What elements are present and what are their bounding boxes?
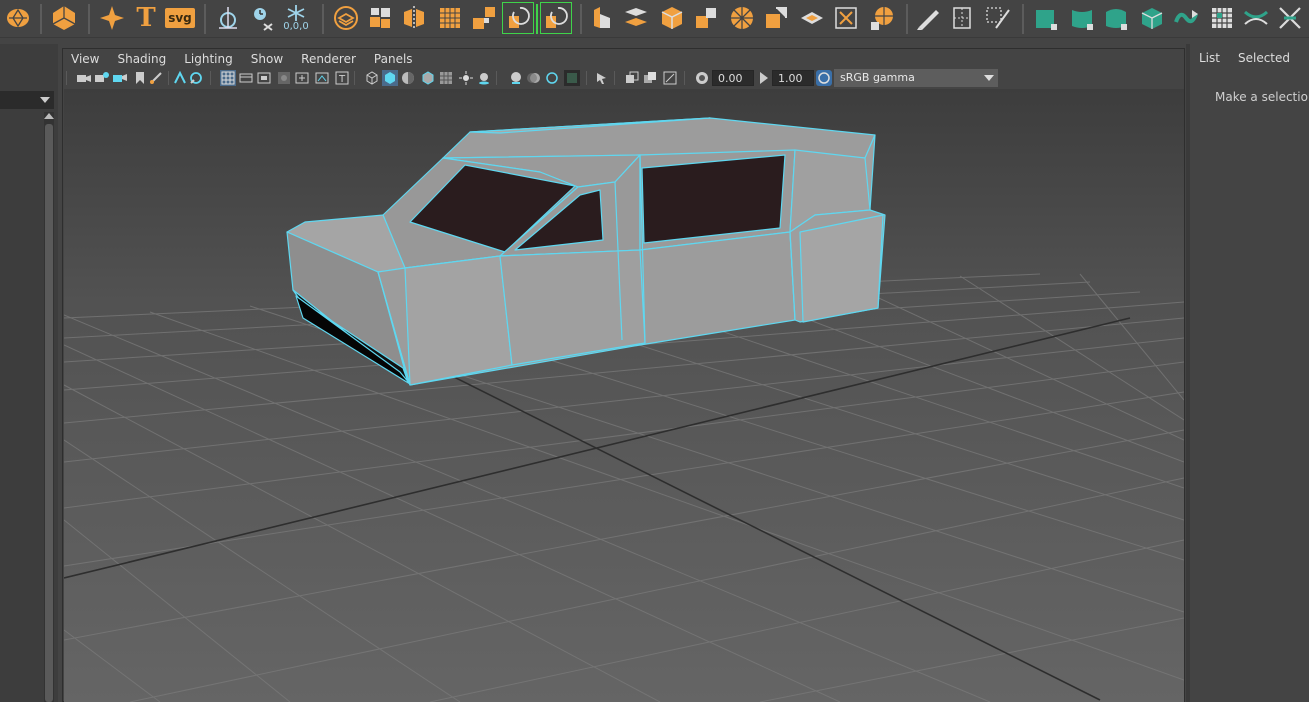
smooth-icon[interactable] [434,2,466,34]
active-separator [536,4,538,34]
append-polygon-icon[interactable] [690,2,722,34]
xray-active-components-icon[interactable] [662,70,678,86]
platonic-solid-icon[interactable] [48,2,80,34]
screen-space-ao-icon[interactable] [508,70,524,86]
gate-mask-icon[interactable] [276,70,292,86]
multisample-aa-icon[interactable] [544,70,560,86]
exposure-field[interactable]: 0.00 [712,70,754,86]
poly-sphere-icon[interactable] [2,2,34,34]
insert-edge-loop-icon[interactable] [760,2,792,34]
camera-attributes-icon[interactable] [112,70,128,86]
reduce-icon[interactable] [468,2,500,34]
chevron-down-icon [40,97,50,103]
combine-icon[interactable] [330,2,362,34]
separate-icon[interactable] [364,2,396,34]
isolate-select-icon[interactable] [594,70,610,86]
tab-focus[interactable]: Foc [1299,50,1309,67]
retopologize-icon[interactable] [540,2,572,34]
mirror-icon[interactable] [398,2,430,34]
camera-select-icon[interactable] [76,70,92,86]
textured-icon[interactable] [438,70,454,86]
exposure-icon[interactable] [694,70,710,86]
pan-zoom-lock-icon[interactable] [188,70,204,86]
uv-editor-icon[interactable] [1206,2,1238,34]
menu-view[interactable]: View [62,50,108,68]
uv-spherical-icon[interactable] [1100,2,1132,34]
svg-text:T: T [338,74,346,85]
grease-pencil-icon[interactable] [156,70,172,86]
tab-selected[interactable]: Selected [1229,50,1299,67]
use-all-lights-icon[interactable] [458,70,474,86]
scroll-up-icon[interactable] [44,112,54,120]
color-space-select[interactable]: sRGB gamma [834,69,998,87]
selection-hint: Make a selection t [1215,90,1309,104]
left-scrollbar-thumb[interactable] [45,124,53,702]
bridge-icon[interactable] [620,2,652,34]
xray-joints-icon[interactable] [642,70,658,86]
tab-list[interactable]: List [1190,50,1229,67]
target-weld-icon[interactable] [830,2,862,34]
left-dropdown[interactable] [0,91,54,109]
color-management-icon[interactable] [816,70,832,86]
svg-tool-icon[interactable]: svg [164,2,196,34]
uv-cylindrical-icon[interactable] [1066,2,1098,34]
offset-edge-loop-icon[interactable] [796,2,828,34]
gamma-icon[interactable] [756,70,772,86]
bevel-icon[interactable] [656,2,688,34]
menu-renderer[interactable]: Renderer [292,50,365,68]
camera-lock-icon[interactable] [94,70,110,86]
grid-toggle-icon[interactable] [220,70,236,86]
wireframe-on-shaded-icon[interactable] [420,70,436,86]
right-panel [1190,44,1309,702]
lattice-icon[interactable] [946,2,978,34]
shelf: T svg 0,0,0 [0,0,1309,38]
safe-title-icon[interactable]: T [334,70,350,86]
gamma-field[interactable]: 1.00 [772,70,814,86]
safe-action-icon[interactable] [314,70,330,86]
uv-planar-icon[interactable] [1030,2,1062,34]
menu-lighting[interactable]: Lighting [175,50,242,68]
super-shape-icon[interactable] [96,2,128,34]
pivot-icon[interactable] [212,2,244,34]
type-tool-icon[interactable]: T [130,2,162,34]
film-gate-icon[interactable] [238,70,254,86]
wireframe-icon[interactable] [364,70,380,86]
depth-of-field-icon[interactable] [564,70,580,86]
multi-cut-icon[interactable] [726,2,758,34]
menu-shading[interactable]: Shading [108,50,175,68]
reset-pivot-icon[interactable] [246,2,278,34]
sculpt-icon[interactable] [866,2,898,34]
menu-panels[interactable]: Panels [365,50,422,68]
cv-curve-icon[interactable] [982,2,1014,34]
extrude-icon[interactable] [586,2,618,34]
panel-toolbar: T 0.00 1.00 sRGB gamma [64,68,1184,88]
panel-menu-bar: View Shading Lighting Show Renderer Pane… [62,50,422,68]
motion-blur-icon[interactable] [526,70,542,86]
3d-viewport[interactable] [64,89,1184,702]
2d-pan-zoom-icon[interactable] [172,70,188,86]
uv-unfold-icon[interactable] [1170,2,1202,34]
viewport-scene[interactable] [64,89,1184,702]
bookmark-icon[interactable] [132,70,148,86]
default-material-icon[interactable] [400,70,416,86]
uv-sew-icon[interactable] [1274,2,1306,34]
pencil-curve-icon[interactable] [912,2,944,34]
shadows-icon[interactable] [476,70,492,86]
smooth-shade-icon[interactable] [382,70,398,86]
resolution-gate-icon[interactable] [256,70,272,86]
xray-icon[interactable] [624,70,640,86]
chevron-down-icon[interactable] [980,69,998,87]
remesh-icon[interactable] [502,2,534,34]
field-chart-icon[interactable] [294,70,310,86]
menu-show[interactable]: Show [242,50,292,68]
freeze-transform-icon[interactable]: 0,0,0 [280,2,312,34]
uv-cut-icon[interactable] [1240,2,1272,34]
right-panel-tabs: List Selected Foc [1190,50,1309,67]
uv-auto-icon[interactable] [1136,2,1168,34]
